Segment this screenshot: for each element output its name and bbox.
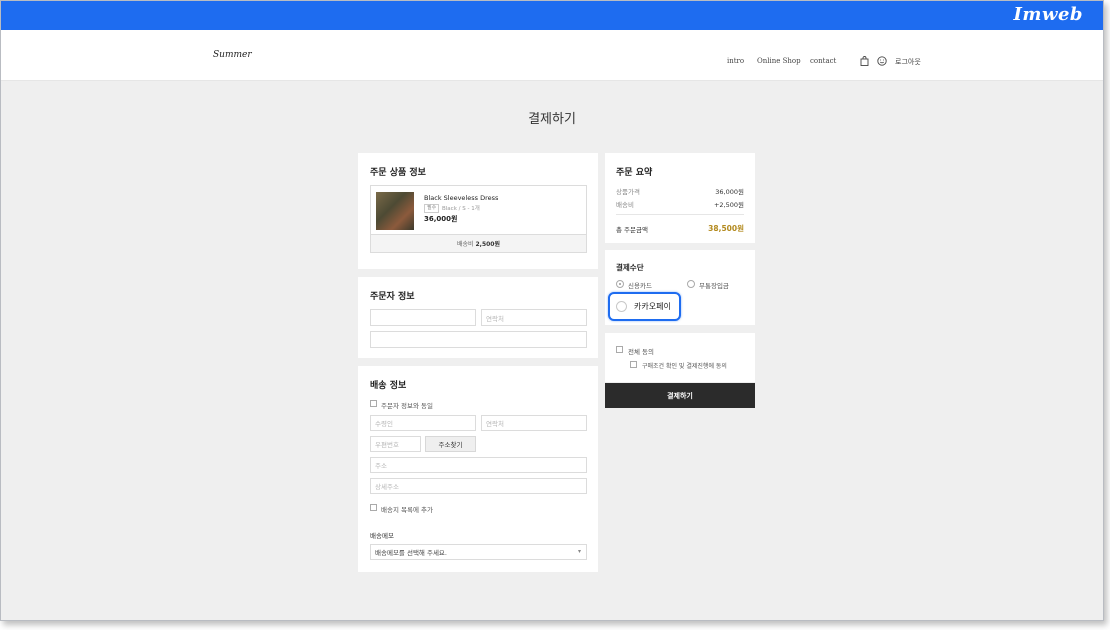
option-tag: 필수: [424, 204, 440, 213]
nav-online-shop[interactable]: Online Shop: [757, 57, 801, 65]
site-logo[interactable]: Summer: [213, 50, 252, 60]
payment-method-card: 결제수단 신용카드 무통장입금 카카오페이: [605, 250, 755, 325]
memo-label: 배송메모: [370, 532, 394, 540]
address-input[interactable]: 주소: [370, 457, 587, 473]
radio-credit-card[interactable]: [616, 280, 624, 288]
bank-transfer-label[interactable]: 무통장입금: [699, 280, 729, 290]
product-thumbnail[interactable]: [376, 192, 414, 230]
summary-value: 36,000원: [715, 188, 744, 196]
agree-all-checkbox[interactable]: [616, 346, 623, 353]
kakaopay-option-highlight[interactable]: 카카오페이: [608, 292, 681, 321]
delivery-contact-input[interactable]: 연락처: [481, 415, 587, 431]
address-search-button[interactable]: 주소찾기: [425, 436, 476, 452]
order-products-title: 주문 상품 정보: [370, 168, 426, 178]
summary-value: +2,500원: [713, 201, 744, 209]
add-to-list-label: 배송지 목록에 추가: [381, 506, 433, 514]
shipping-fee-label: 배송비: [457, 241, 474, 248]
product-name[interactable]: Black Sleeveless Dress: [424, 194, 498, 202]
product-box: Black Sleeveless Dress 필수 Black / S - 1개…: [370, 185, 587, 253]
add-to-list-checkbox[interactable]: [370, 504, 377, 511]
chevron-down-icon: ▾: [577, 548, 581, 555]
total-value: 38,500원: [708, 224, 744, 233]
orderer-card: 주문자 정보 연락처: [358, 277, 598, 358]
imweb-logo: Imweb: [1013, 4, 1083, 25]
page-title: 결제하기: [528, 112, 576, 127]
delivery-card: 배송 정보 주문자 정보와 동일 수령인 연락처 우편번호 주소찾기 주소 상세…: [358, 366, 598, 572]
shipping-fee-value: 2,500원: [475, 241, 500, 248]
browser-frame: Imweb Summer intro Online Shop contact 로…: [0, 0, 1104, 621]
orderer-name-input[interactable]: [370, 309, 476, 326]
nav-contact[interactable]: contact: [810, 57, 836, 65]
order-summary-card: 주문 요약 상품가격 36,000원 배송비 +2,500원 총 주문금액 38…: [605, 153, 755, 243]
agree-terms-checkbox[interactable]: [630, 361, 637, 368]
address-detail-input[interactable]: 상세주소: [370, 478, 587, 494]
builder-topbar: Imweb: [1, 1, 1103, 30]
orderer-contact-input[interactable]: 연락처: [481, 309, 587, 326]
agreement-card: 전체 동의 구매조건 확인 및 결제진행에 동의: [605, 333, 755, 382]
site-header: Summer intro Online Shop contact 로그아웃: [1, 30, 1103, 81]
logout-link[interactable]: 로그아웃: [895, 57, 921, 67]
product-option: Black / S - 1개: [442, 206, 480, 212]
smile-icon[interactable]: [877, 56, 887, 69]
summary-label: 배송비: [616, 201, 634, 209]
order-products-card: 주문 상품 정보 Black Sleeveless Dress 필수 Black…: [358, 153, 598, 269]
credit-card-label[interactable]: 신용카드: [628, 280, 652, 290]
shipping-fee-row: 배송비 2,500원: [371, 234, 586, 252]
radio-bank-transfer[interactable]: [687, 280, 695, 288]
bag-icon[interactable]: [860, 56, 869, 69]
delivery-title: 배송 정보: [370, 381, 407, 391]
pay-button[interactable]: 결제하기: [605, 383, 755, 408]
agree-terms-label: 구매조건 확인 및 결제진행에 동의: [642, 363, 727, 370]
summary-divider: [616, 214, 744, 215]
same-as-orderer-checkbox[interactable]: [370, 400, 377, 407]
agree-all-label: 전체 동의: [628, 348, 654, 356]
orderer-title: 주문자 정보: [370, 292, 415, 302]
recipient-input[interactable]: 수령인: [370, 415, 476, 431]
memo-select[interactable]: 배송메모를 선택해 주세요. ▾: [370, 544, 587, 560]
product-price: 36,000원: [424, 215, 458, 223]
total-label: 총 주문금액: [616, 226, 648, 234]
summary-label: 상품가격: [616, 188, 640, 196]
kakaopay-label[interactable]: 카카오페이: [634, 301, 671, 312]
zipcode-input[interactable]: 우편번호: [370, 436, 421, 452]
same-as-orderer-label: 주문자 정보와 동일: [381, 402, 433, 410]
payment-title: 결제수단: [616, 263, 644, 272]
radio-kakaopay[interactable]: [616, 301, 627, 312]
nav-intro[interactable]: intro: [727, 57, 744, 65]
orderer-email-input[interactable]: [370, 331, 587, 348]
summary-title: 주문 요약: [616, 168, 653, 178]
